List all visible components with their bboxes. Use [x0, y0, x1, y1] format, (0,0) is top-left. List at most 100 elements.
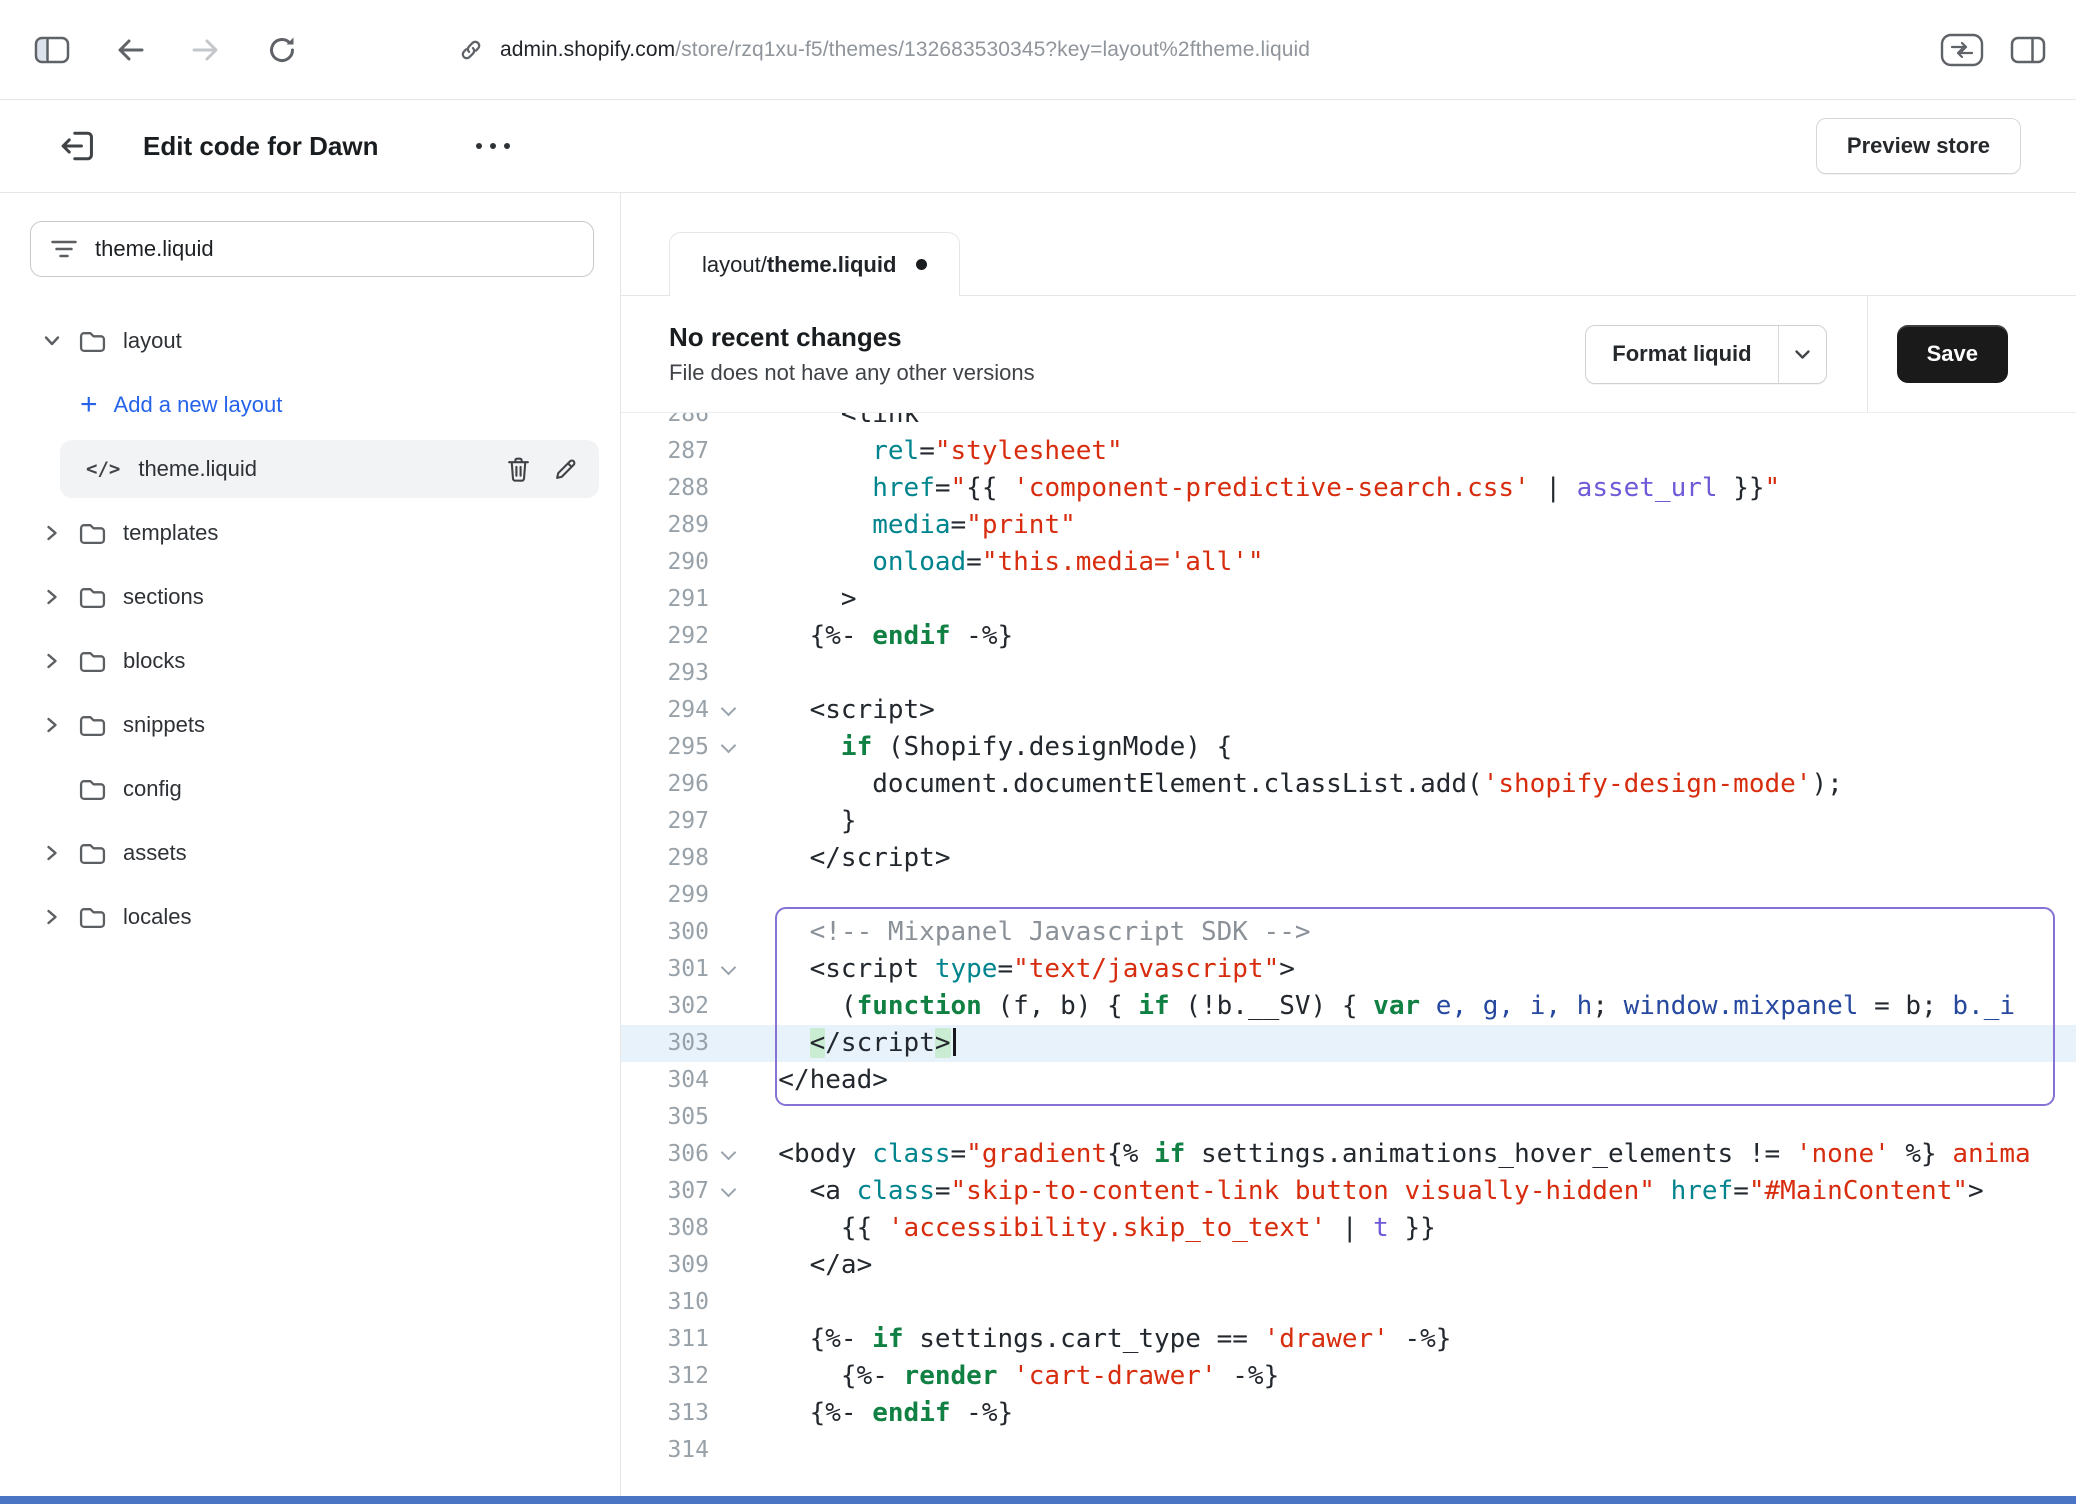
code-line[interactable]: 314	[621, 1432, 2076, 1469]
browser-extensions-icon[interactable]	[1940, 33, 1984, 67]
code-line[interactable]: 307 <a class="skip-to-content-link butto…	[621, 1173, 2076, 1210]
code-line[interactable]: 296 document.documentElement.classList.a…	[621, 766, 2076, 803]
code-line[interactable]: 293	[621, 655, 2076, 692]
back-icon[interactable]	[114, 34, 146, 66]
code-text[interactable]	[747, 877, 2076, 914]
code-line[interactable]: 311 {%- if settings.cart_type == 'drawer…	[621, 1321, 2076, 1358]
code-text[interactable]: <link	[747, 413, 2076, 433]
code-text[interactable]: </a>	[747, 1247, 2076, 1284]
file-filter-input[interactable]: theme.liquid	[30, 221, 594, 277]
code-line[interactable]: 286 <link	[621, 413, 2076, 433]
code-line[interactable]: 298 </script>	[621, 840, 2076, 877]
code-editor[interactable]: 286 <link287 rel="stylesheet"288 href="{…	[621, 413, 2076, 1496]
fold-chevron-icon[interactable]	[709, 1173, 747, 1210]
code-line[interactable]: 312 {%- render 'cart-drawer' -%}	[621, 1358, 2076, 1395]
code-text[interactable]: if (Shopify.designMode) {	[747, 729, 2076, 766]
save-button[interactable]: Save	[1897, 325, 2008, 383]
code-line[interactable]: 301 <script type="text/javascript">	[621, 951, 2076, 988]
code-text[interactable]: <script type="text/javascript">	[747, 951, 2076, 988]
sidebar-item-sections[interactable]: sections	[0, 565, 620, 629]
sidebar-toggle-icon[interactable]	[34, 35, 70, 65]
code-line[interactable]: 308 {{ 'accessibility.skip_to_text' | t …	[621, 1210, 2076, 1247]
edit-file-icon[interactable]	[554, 458, 577, 481]
format-liquid-button[interactable]: Format liquid	[1586, 326, 1777, 383]
delete-file-icon[interactable]	[507, 457, 530, 482]
sidebar-item-snippets[interactable]: snippets	[0, 693, 620, 757]
code-line[interactable]: 304 </head>	[621, 1062, 2076, 1099]
code-line[interactable]: 295 if (Shopify.designMode) {	[621, 729, 2076, 766]
reload-icon[interactable]	[266, 34, 298, 66]
code-text[interactable]: media="print"	[747, 507, 2076, 544]
code-text[interactable]: document.documentElement.classList.add('…	[747, 766, 2076, 803]
address-bar[interactable]: admin.shopify.com/store/rzq1xu-f5/themes…	[458, 37, 1310, 63]
code-line[interactable]: 310	[621, 1284, 2076, 1321]
code-line[interactable]: 290 onload="this.media='all'"	[621, 544, 2076, 581]
chevron-down-icon[interactable]	[42, 335, 62, 347]
code-text[interactable]	[747, 1284, 2076, 1321]
code-text[interactable]: {{ 'accessibility.skip_to_text' | t }}	[747, 1210, 2076, 1247]
code-text[interactable]: rel="stylesheet"	[747, 433, 2076, 470]
sidebar-item-templates[interactable]: templates	[0, 501, 620, 565]
code-text[interactable]: <script>	[747, 692, 2076, 729]
code-line[interactable]: 299	[621, 877, 2076, 914]
code-text[interactable]: (function (f, b) { if (!b.__SV) { var e,…	[747, 988, 2076, 1025]
sidebar-item-layout[interactable]: layout	[0, 309, 620, 373]
code-text[interactable]: <body class="gradient{% if settings.anim…	[747, 1136, 2076, 1173]
sidebar-item-config[interactable]: config	[0, 757, 620, 821]
preview-store-button[interactable]: Preview store	[1816, 118, 2021, 174]
more-options-icon[interactable]	[466, 134, 520, 158]
code-text[interactable]: <a class="skip-to-content-link button vi…	[747, 1173, 2076, 1210]
code-line[interactable]: 306 <body class="gradient{% if settings.…	[621, 1136, 2076, 1173]
code-text[interactable]: <!-- Mixpanel Javascript SDK -->	[747, 914, 2076, 951]
code-text[interactable]	[747, 1432, 2076, 1469]
code-line[interactable]: 313 {%- endif -%}	[621, 1395, 2076, 1432]
chevron-right-icon[interactable]	[42, 716, 62, 734]
code-text[interactable]: href="{{ 'component-predictive-search.cs…	[747, 470, 2076, 507]
fold-chevron-icon[interactable]	[709, 692, 747, 729]
chevron-right-icon[interactable]	[42, 524, 62, 542]
add-new-layout-link[interactable]: + Add a new layout	[0, 373, 620, 437]
chevron-right-icon[interactable]	[42, 844, 62, 862]
code-text[interactable]: </script>	[747, 1025, 2076, 1062]
fold-chevron-icon[interactable]	[709, 951, 747, 988]
code-line[interactable]: 291 >	[621, 581, 2076, 618]
code-text[interactable]: >	[747, 581, 2076, 618]
tab-theme-liquid[interactable]: layout/theme.liquid	[669, 232, 960, 296]
line-number: 311	[621, 1321, 709, 1358]
forward-icon[interactable]	[190, 34, 222, 66]
code-line[interactable]: 297 }	[621, 803, 2076, 840]
code-text[interactable]: {%- endif -%}	[747, 618, 2076, 655]
code-line[interactable]: 288 href="{{ 'component-predictive-searc…	[621, 470, 2076, 507]
chevron-right-icon[interactable]	[42, 588, 62, 606]
code-text[interactable]	[747, 1099, 2076, 1136]
code-text[interactable]: {%- render 'cart-drawer' -%}	[747, 1358, 2076, 1395]
sidebar-item-theme-liquid[interactable]: </> theme.liquid	[60, 440, 599, 498]
code-line[interactable]: 305	[621, 1099, 2076, 1136]
code-text[interactable]: {%- if settings.cart_type == 'drawer' -%…	[747, 1321, 2076, 1358]
fold-chevron-icon[interactable]	[709, 729, 747, 766]
code-text[interactable]: onload="this.media='all'"	[747, 544, 2076, 581]
chevron-right-icon[interactable]	[42, 908, 62, 926]
code-line[interactable]: 292 {%- endif -%}	[621, 618, 2076, 655]
code-text[interactable]: </script>	[747, 840, 2076, 877]
code-text[interactable]: {%- endif -%}	[747, 1395, 2076, 1432]
code-text[interactable]: }	[747, 803, 2076, 840]
code-line[interactable]: 289 media="print"	[621, 507, 2076, 544]
code-text[interactable]	[747, 655, 2076, 692]
code-line[interactable]: 294 <script>	[621, 692, 2076, 729]
sidebar-item-blocks[interactable]: blocks	[0, 629, 620, 693]
code-text[interactable]: </head>	[747, 1062, 2076, 1099]
code-line[interactable]: 302 (function (f, b) { if (!b.__SV) { va…	[621, 988, 2076, 1025]
split-view-icon[interactable]	[2010, 35, 2046, 65]
code-line[interactable]: 287 rel="stylesheet"	[621, 433, 2076, 470]
code-line[interactable]: 300 <!-- Mixpanel Javascript SDK -->	[621, 914, 2076, 951]
line-number: 293	[621, 655, 709, 692]
sidebar-item-locales[interactable]: locales	[0, 885, 620, 949]
chevron-right-icon[interactable]	[42, 652, 62, 670]
code-line[interactable]: 303 </script>	[621, 1025, 2076, 1062]
exit-code-editor-icon[interactable]	[57, 126, 97, 166]
format-options-chevron-icon[interactable]	[1778, 326, 1826, 383]
code-line[interactable]: 309 </a>	[621, 1247, 2076, 1284]
sidebar-item-assets[interactable]: assets	[0, 821, 620, 885]
fold-chevron-icon[interactable]	[709, 1136, 747, 1173]
